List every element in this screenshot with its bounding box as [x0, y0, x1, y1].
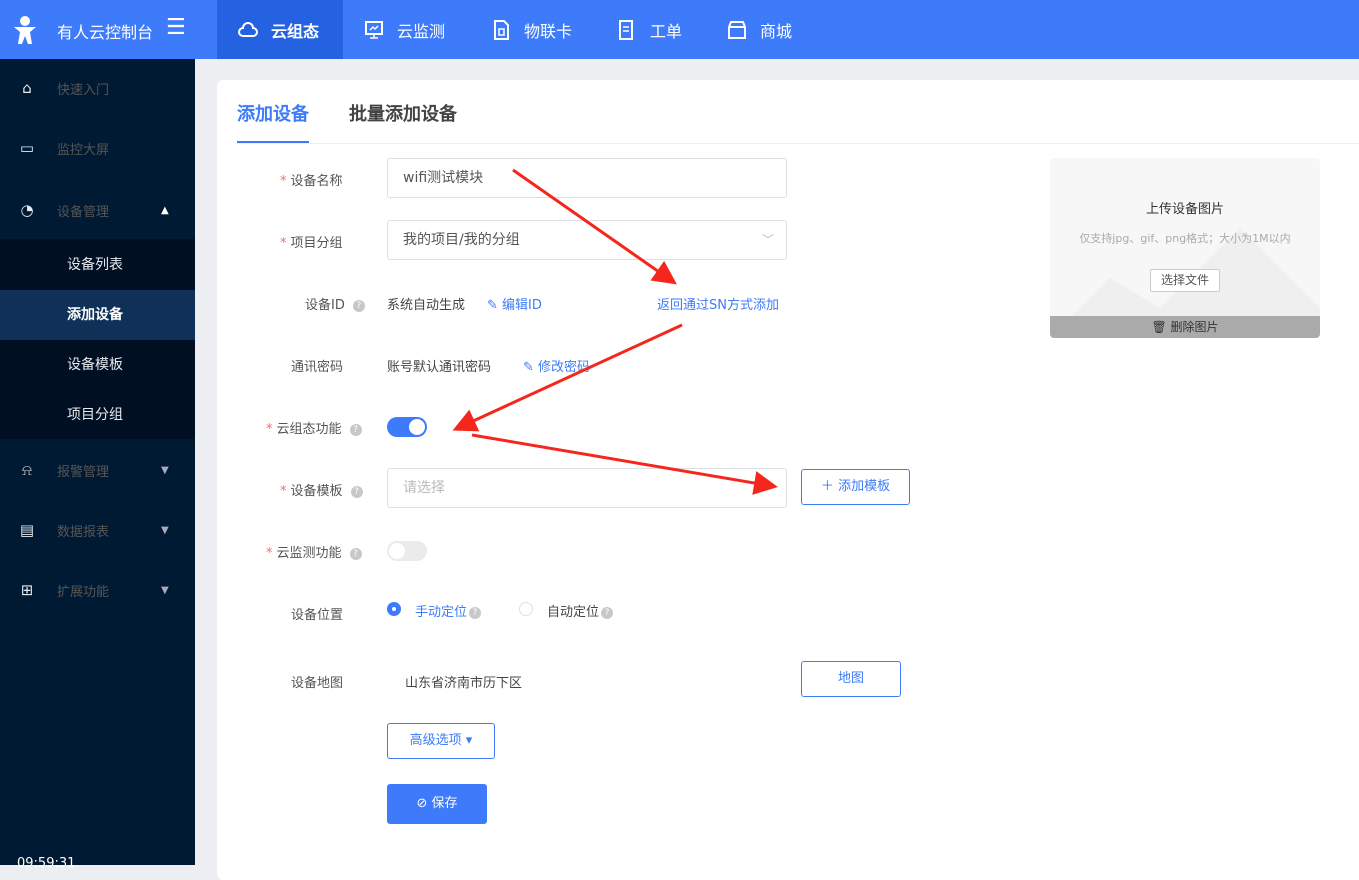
- screen-icon: ▭: [19, 139, 35, 157]
- template-label: * 设备模板?: [280, 480, 363, 499]
- sidebar-item-add-device[interactable]: 添加设备: [0, 290, 195, 340]
- image-upload: 上传设备图片 仅支持jpg、gif、png格式；大小为1M以内 选择文件 🗑︎ …: [1050, 158, 1320, 338]
- chevron-down-icon: ﹀: [761, 233, 774, 247]
- edit-icon: ✎: [487, 298, 503, 313]
- clock: 09:59:31: [17, 856, 76, 871]
- manual-location-label[interactable]: 手动定位?: [415, 601, 482, 620]
- sidebar-item-extensions[interactable]: ⊞ 扩展功能 ▼: [0, 565, 195, 615]
- device-name-label: * 设备名称: [280, 174, 343, 189]
- sidebar-label: 设备管理: [57, 204, 110, 220]
- help-icon: ?: [352, 300, 365, 312]
- nav-label: 云监测: [397, 21, 446, 41]
- sidebar-item-alarm[interactable]: ⍾ 报警管理 ▼: [0, 445, 195, 495]
- template-select[interactable]: 请选择: [387, 468, 787, 508]
- caret-down-icon: ▼: [161, 584, 169, 596]
- menu-toggle-icon[interactable]: ☰: [166, 17, 186, 39]
- submenu: 设备列表 添加设备 设备模板 项目分组: [0, 239, 195, 439]
- mountain-placeholder-icon: [1050, 228, 1320, 338]
- auto-location-label[interactable]: 自动定位?: [547, 601, 614, 620]
- sidebar-item-device-list[interactable]: 设备列表: [0, 240, 195, 290]
- top-bar: 有人云控制台 ☰ 云组态 云监测 物联卡 工单 商城: [0, 0, 1359, 59]
- nav-ticket[interactable]: 工单: [596, 0, 702, 59]
- nav-label: 物联卡: [524, 21, 573, 41]
- map-button[interactable]: 地图: [801, 661, 901, 697]
- tab-batch-add[interactable]: 批量添加设备: [349, 100, 457, 126]
- tab-divider: [237, 143, 1359, 144]
- password-label: 通讯密码: [291, 360, 344, 375]
- plus-icon: ＋: [820, 479, 839, 494]
- delete-image-button[interactable]: 🗑︎ 删除图片: [1050, 316, 1320, 338]
- sim-card-icon: [494, 19, 509, 40]
- report-icon: ▤: [19, 521, 35, 539]
- help-icon: ?: [469, 607, 482, 619]
- scada-toggle[interactable]: [387, 417, 427, 437]
- caret-down-icon: ▼: [161, 464, 169, 476]
- advanced-options-button[interactable]: 高级选项 ▾: [387, 723, 495, 759]
- help-icon: ?: [349, 548, 362, 560]
- map-address: 山东省济南市历下区: [405, 676, 523, 691]
- device-name-input[interactable]: wifi测试模块: [387, 158, 787, 198]
- sidebar-item-device-template[interactable]: 设备模板: [0, 340, 195, 390]
- nav-label: 商城: [760, 21, 793, 41]
- pie-chart-icon: ◔: [20, 201, 34, 219]
- cloud-icon: [238, 21, 258, 37]
- add-template-button[interactable]: ＋ 添加模板: [801, 469, 910, 505]
- group-label: * 项目分组: [280, 236, 343, 251]
- map-label: 设备地图: [291, 676, 344, 691]
- sn-add-link[interactable]: 返回通过SN方式添加: [657, 294, 779, 313]
- scada-label: * 云组态功能?: [266, 418, 362, 437]
- sidebar-label: 快速入门: [57, 82, 110, 98]
- sidebar-item-quickstart[interactable]: ⌂ 快速入门: [0, 63, 195, 113]
- sidebar: ⌂ 快速入门 ▭ 监控大屏 ◔ 设备管理 ▲ 设备列表 添加设备 设备模板 项目分组 ⍾…: [0, 59, 195, 865]
- edit-password-link[interactable]: ✎ 修改密码: [523, 356, 590, 375]
- location-label: 设备位置: [291, 608, 344, 623]
- edit-id-link[interactable]: ✎ 编辑ID: [487, 294, 542, 313]
- ticket-icon: [619, 19, 633, 40]
- brand-title: 有人云控制台: [57, 23, 154, 42]
- nav-shop[interactable]: 商城: [706, 0, 812, 59]
- sidebar-item-report[interactable]: ▤ 数据报表 ▼: [0, 505, 195, 555]
- logo-icon: [14, 16, 36, 44]
- nav-iot-card[interactable]: 物联卡: [470, 0, 592, 59]
- choose-file-button[interactable]: 选择文件: [1150, 269, 1220, 292]
- nav-label: 工单: [650, 21, 683, 41]
- sidebar-label: 扩展功能: [57, 584, 110, 600]
- manual-location-radio[interactable]: [387, 602, 401, 616]
- trash-icon: 🗑︎: [1151, 320, 1171, 334]
- caret-down-icon: ▼: [161, 524, 169, 536]
- sidebar-label: 监控大屏: [57, 142, 110, 158]
- nav-cloud-scada[interactable]: 云组态: [217, 0, 343, 59]
- sidebar-label: 数据报表: [57, 524, 110, 540]
- help-icon: ?: [601, 607, 614, 619]
- home-icon: ⌂: [22, 79, 32, 97]
- sidebar-label: 报警管理: [57, 464, 110, 480]
- help-icon: ?: [350, 486, 363, 498]
- save-button[interactable]: ⊘ 保存: [387, 784, 487, 824]
- caret-down-icon: ▾: [461, 733, 473, 748]
- tab-add-device[interactable]: 添加设备: [237, 100, 309, 126]
- sidebar-item-big-screen[interactable]: ▭ 监控大屏: [0, 123, 195, 173]
- device-id-label: 设备ID?: [305, 294, 365, 313]
- edit-icon: ✎: [523, 360, 539, 375]
- check-circle-icon: ⊘: [416, 796, 432, 811]
- alarm-icon: ⍾: [22, 461, 32, 479]
- monitor-toggle[interactable]: [387, 541, 427, 561]
- caret-up-icon: ▲: [161, 204, 169, 216]
- sidebar-item-device-management[interactable]: ◔ 设备管理 ▲: [0, 185, 195, 235]
- add-device-card: 添加设备 批量添加设备 * 设备名称 wifi测试模块 * 项目分组 我的项目/我的…: [217, 80, 1359, 880]
- upload-hint: 仅支持jpg、gif、png格式；大小为1M以内: [1079, 232, 1291, 245]
- shop-icon: [728, 20, 746, 39]
- apps-icon: ⊞: [20, 581, 34, 599]
- upload-title: 上传设备图片: [1145, 202, 1224, 217]
- help-icon: ?: [349, 424, 362, 436]
- password-value: 账号默认通讯密码: [387, 360, 492, 375]
- nav-cloud-monitor[interactable]: 云监测: [343, 0, 465, 59]
- auto-location-radio[interactable]: [519, 602, 533, 616]
- group-select[interactable]: 我的项目/我的分组 ﹀: [387, 220, 787, 260]
- monitor-icon: [365, 20, 383, 39]
- device-id-value: 系统自动生成: [387, 298, 466, 313]
- sidebar-item-project-group[interactable]: 项目分组: [0, 390, 195, 440]
- nav-label: 云组态: [271, 21, 320, 41]
- monitor-label: * 云监测功能?: [266, 542, 362, 561]
